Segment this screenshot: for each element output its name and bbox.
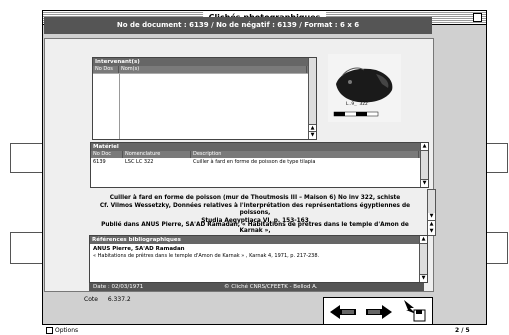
document-header: No de document : 6139 / No de négatif : …: [44, 17, 432, 34]
intervenants-list[interactable]: [93, 73, 308, 139]
scroll-up-icon[interactable]: ▲: [421, 143, 428, 151]
cote-field: Cote 6.337.2: [84, 296, 131, 303]
citation-line-1: Cuiller à fard en forme de poisson (mur …: [109, 195, 401, 201]
save-down-icon[interactable]: [402, 300, 426, 322]
checkbox-icon[interactable]: [46, 327, 53, 334]
spoon-photo-image: [328, 54, 401, 122]
column-description: Description: [191, 151, 419, 158]
footer-date: Date : 02/03/1971: [93, 284, 144, 290]
citation-line-2: Cf. Vilmos Wessetzky, Données relatives …: [99, 202, 411, 217]
options-label: Options: [55, 327, 79, 334]
scroll-up-icon[interactable]: ▲: [428, 221, 435, 228]
intervenants-columns: No Dos Nom(s): [93, 66, 316, 73]
zoom-box-icon[interactable]: [473, 13, 482, 22]
intervenants-panel: Intervenant(s) No Dos Nom(s) ▲ ▼: [92, 57, 317, 140]
column-noms: Nom(s): [119, 66, 307, 73]
references-panel: Références bibliographiques ANUS Pierre,…: [89, 235, 428, 283]
scroll-up-icon[interactable]: ▲: [420, 236, 427, 244]
references-title: Références bibliographiques: [90, 236, 427, 244]
photo-caption: L.9_ 322: [346, 102, 368, 107]
citation-text: Cuiller à fard en forme de poisson (mur …: [90, 195, 420, 225]
scroll-down-icon[interactable]: ▼: [309, 131, 316, 139]
references-author: ANUS Pierre, SA'AD Ramadan: [93, 246, 185, 252]
intervenants-title: Intervenant(s): [93, 58, 316, 66]
materiel-title: Matériel: [91, 143, 428, 151]
page-counter: 2 / 5: [455, 327, 470, 334]
materiel-description: Cuiller à fard en forme de poisson de ty…: [193, 159, 316, 165]
column-nomenclature: Nomenclature: [123, 151, 191, 158]
materiel-nomenclature: LSC LC 322: [125, 159, 154, 165]
materiel-no: 6139: [93, 159, 106, 165]
intervenants-scrollbar[interactable]: ▲ ▼: [308, 58, 316, 139]
options-checkbox[interactable]: Options: [46, 327, 78, 334]
materiel-scrollbar[interactable]: ▲ ▼: [420, 143, 428, 187]
references-scrollbar[interactable]: ▲ ▼: [419, 236, 427, 282]
column-no-dos: No Dos: [93, 66, 119, 73]
citation-scrollbar[interactable]: ▼: [427, 189, 436, 221]
cote-value[interactable]: 6.337.2: [108, 296, 131, 303]
photo-thumbnail[interactable]: L.9_ 322: [328, 54, 401, 122]
footer-bar: Date : 02/03/1971 © Cliché CNRS/CFEETK -…: [89, 283, 424, 291]
scroll-down-icon[interactable]: ▼: [420, 274, 427, 282]
scroll-down-icon[interactable]: ▼: [428, 228, 435, 235]
published-scrollbar[interactable]: ▲ ▼: [427, 220, 436, 236]
footer-copyright: © Cliché CNRS/CFEETK - Bellod A.: [224, 284, 318, 290]
arrow-left-icon[interactable]: [330, 304, 356, 319]
navigation-box: [323, 297, 433, 325]
table-row[interactable]: 6139 LSC LC 322 Cuiller à fard en forme …: [91, 158, 428, 167]
materiel-columns: No Doc Nomenclature Description: [91, 151, 428, 158]
references-detail: « Habitations de prêtres dans le temple …: [93, 253, 320, 259]
scroll-down-icon[interactable]: ▼: [428, 213, 435, 220]
arrow-right-icon[interactable]: [366, 304, 392, 319]
materiel-panel: Matériel No Doc Nomenclature Description…: [90, 142, 429, 188]
column-no-doc: No Doc: [91, 151, 123, 158]
scroll-down-icon[interactable]: ▼: [421, 179, 428, 187]
cote-label: Cote: [84, 296, 98, 303]
published-in-text: Publié dans ANUS Pierre, SA'AD Ramadan, …: [101, 222, 409, 234]
